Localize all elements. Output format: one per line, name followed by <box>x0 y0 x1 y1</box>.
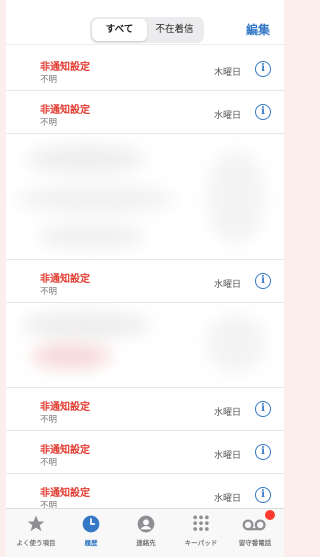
tab-recents[interactable]: 履歴 <box>64 514 118 547</box>
tab-voicemail[interactable]: 留守番電話 <box>228 510 282 547</box>
call-type: 不明 <box>40 415 58 425</box>
caller-name: 非通知設定 <box>40 105 90 116</box>
caller-name: 非通知設定 <box>40 488 90 499</box>
tab-label: よく使う項目 <box>16 539 56 547</box>
voicemail-icon <box>228 510 282 534</box>
tab-favorites[interactable]: よく使う項目 <box>9 514 63 547</box>
tab-label: 連絡先 <box>136 539 156 547</box>
tab-label: 履歴 <box>84 539 98 547</box>
tab-label: 留守番電話 <box>238 539 272 547</box>
caller-name: 非通知設定 <box>40 62 90 73</box>
call-row[interactable]: 非通知設定 不明 水曜日 i <box>6 260 284 303</box>
info-icon[interactable]: i <box>255 104 271 120</box>
call-row[interactable]: 非通知設定 不明 水曜日 i <box>6 388 284 431</box>
call-day: 水曜日 <box>213 494 241 504</box>
call-type: 不明 <box>40 118 58 128</box>
call-day: 水曜日 <box>213 408 241 418</box>
info-icon[interactable]: i <box>255 61 271 77</box>
call-type: 不明 <box>40 75 58 85</box>
call-day: 水曜日 <box>213 451 241 461</box>
tab-label: キーパッド <box>184 539 218 547</box>
blurred-rows <box>6 134 284 260</box>
blurred-rows <box>6 303 284 388</box>
clock-icon <box>64 514 118 534</box>
info-icon[interactable]: i <box>255 444 271 460</box>
segment-missed[interactable]: 不在着信 <box>147 19 202 41</box>
tab-keypad[interactable]: キーパッド <box>174 514 228 547</box>
call-day: 水曜日 <box>213 111 241 121</box>
call-row[interactable]: 非通知設定 不明 水曜日 i <box>6 91 284 134</box>
segmented-control: すべて 不在着信 <box>90 17 204 43</box>
info-icon[interactable]: i <box>255 401 271 417</box>
caller-name: 非通知設定 <box>40 274 90 285</box>
call-day: 水曜日 <box>213 280 241 290</box>
caller-name: 非通知設定 <box>40 402 90 413</box>
info-icon[interactable]: i <box>255 273 271 289</box>
segment-all[interactable]: すべて <box>92 19 147 41</box>
info-icon[interactable]: i <box>255 487 271 503</box>
call-day: 木曜日 <box>213 68 241 78</box>
call-row[interactable]: 非通知設定 不明 木曜日 i <box>6 48 284 91</box>
edit-button[interactable]: 編集 <box>246 21 270 38</box>
call-type: 不明 <box>40 287 58 297</box>
call-type: 不明 <box>40 458 58 468</box>
badge-icon <box>265 510 275 520</box>
person-icon <box>119 514 173 534</box>
phone-screen: すべて 不在着信 編集 非通知設定 不明 木曜日 i 非通知設定 不明 水曜日 … <box>6 0 284 557</box>
tab-bar: よく使う項目 履歴 連絡先 キーパッド 留守番電話 <box>6 508 284 557</box>
call-row[interactable]: 非通知設定 不明 水曜日 i <box>6 431 284 474</box>
header: すべて 不在着信 編集 <box>6 0 284 45</box>
caller-name: 非通知設定 <box>40 445 90 456</box>
keypad-icon <box>174 514 228 534</box>
tab-contacts[interactable]: 連絡先 <box>119 514 173 547</box>
star-icon <box>9 514 63 534</box>
